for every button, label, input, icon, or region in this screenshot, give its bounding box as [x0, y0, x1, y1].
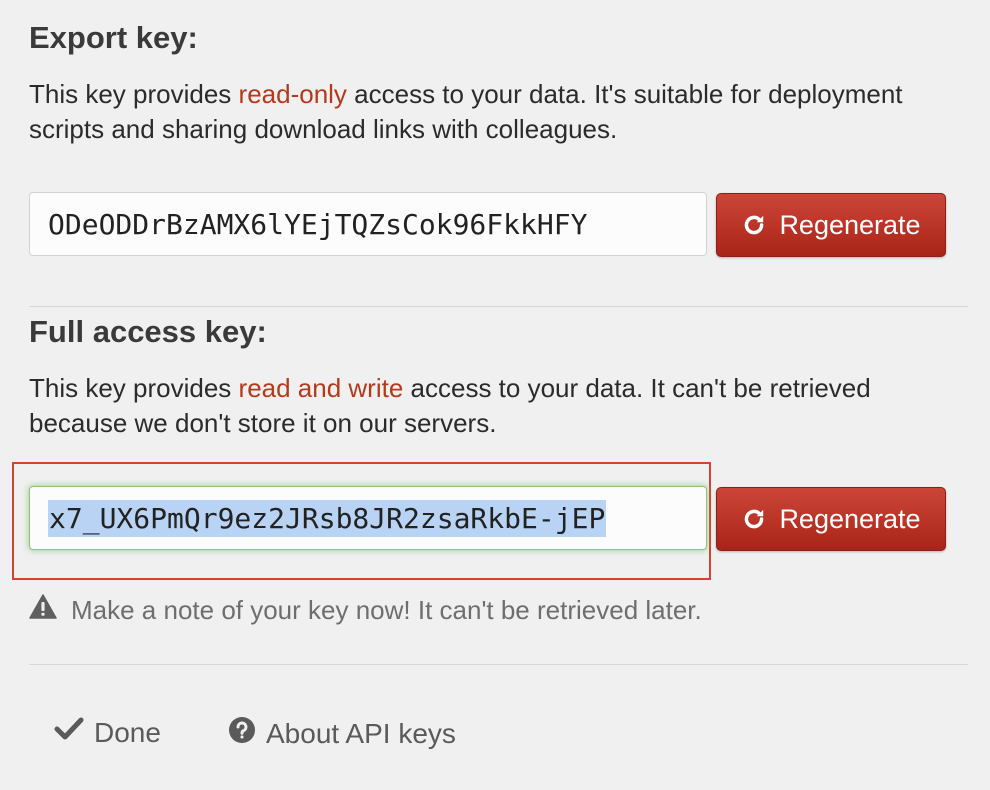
export-key-title: Export key:: [29, 20, 198, 55]
about-api-keys-link[interactable]: About API keys: [228, 716, 456, 751]
full-access-key-value: x7_UX6PmQr9ez2JRsb8JR2zsaRkbE-jEP: [48, 499, 607, 537]
full-access-key-permission-highlight: read and write: [238, 373, 404, 403]
full-access-key-description: This key provides read and write access …: [29, 371, 929, 441]
refresh-icon: [741, 212, 767, 238]
full-access-key-regenerate-button[interactable]: Regenerate: [716, 487, 946, 551]
warning-text: Make a note of your key now! It can't be…: [71, 595, 702, 625]
done-button[interactable]: Done: [54, 716, 161, 749]
export-key-permission-highlight: read-only: [238, 79, 347, 109]
export-key-field[interactable]: ODeODDrBzAMX6lYEjTQZsCok96FkkHFY: [29, 192, 707, 256]
key-warning: Make a note of your key now! It can't be…: [29, 594, 702, 627]
checkmark-icon: [54, 716, 84, 749]
full-access-key-desc-before: This key provides: [29, 373, 239, 403]
warning-icon: [29, 594, 57, 627]
done-label: Done: [94, 716, 161, 748]
export-key-description: This key provides read-only access to yo…: [29, 77, 929, 147]
question-circle-icon: [228, 716, 256, 751]
refresh-icon: [741, 506, 767, 532]
full-access-key-field[interactable]: x7_UX6PmQr9ez2JRsb8JR2zsaRkbE-jEP: [29, 486, 707, 550]
export-key-regenerate-label: Regenerate: [779, 209, 921, 240]
about-api-keys-label: About API keys: [266, 717, 456, 749]
footer-divider: [29, 664, 968, 665]
full-access-key-regenerate-label: Regenerate: [779, 503, 921, 534]
full-access-key-title: Full access key:: [29, 314, 267, 349]
section-divider: [29, 306, 968, 307]
export-key-desc-before: This key provides: [29, 79, 239, 109]
export-key-value: ODeODDrBzAMX6lYEjTQZsCok96FkkHFY: [48, 207, 588, 241]
export-key-regenerate-button[interactable]: Regenerate: [716, 193, 946, 257]
